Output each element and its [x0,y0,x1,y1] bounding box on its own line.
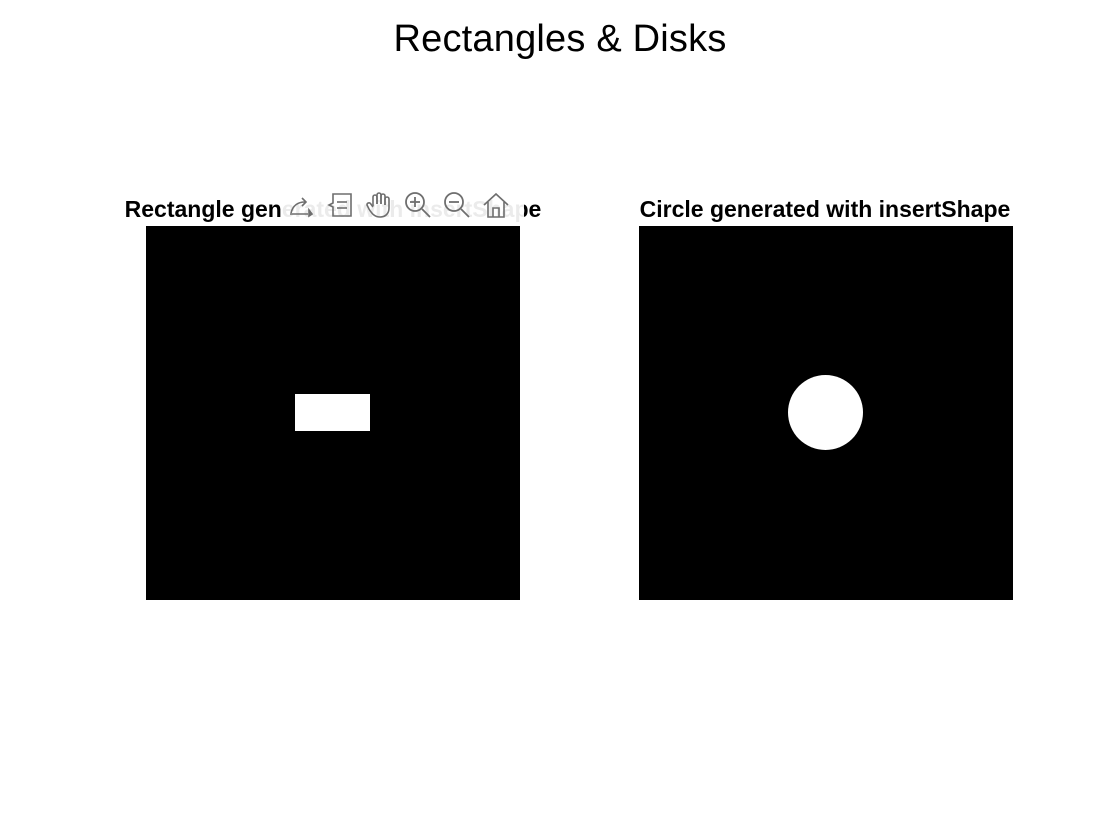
export-button[interactable] [284,188,318,222]
home-icon [483,192,509,218]
zoom-out-button[interactable] [440,188,474,222]
zoom-in-icon [405,192,431,218]
zoom-out-icon [444,192,470,218]
white-disk [788,375,863,450]
export-icon [290,197,314,218]
axes-toolbar [282,186,524,224]
datatip-icon [327,193,352,217]
pan-button[interactable] [362,188,396,222]
right-image-axes[interactable] [639,226,1013,600]
home-button[interactable] [479,188,513,222]
left-image-axes[interactable] [146,226,520,600]
right-axes-title: Circle generated with insertShape [639,196,1011,222]
white-rectangle [295,394,370,431]
datatip-button[interactable] [323,188,357,222]
pan-icon [366,192,390,218]
figure-title: Rectangles & Disks [393,18,727,60]
zoom-in-button[interactable] [401,188,435,222]
